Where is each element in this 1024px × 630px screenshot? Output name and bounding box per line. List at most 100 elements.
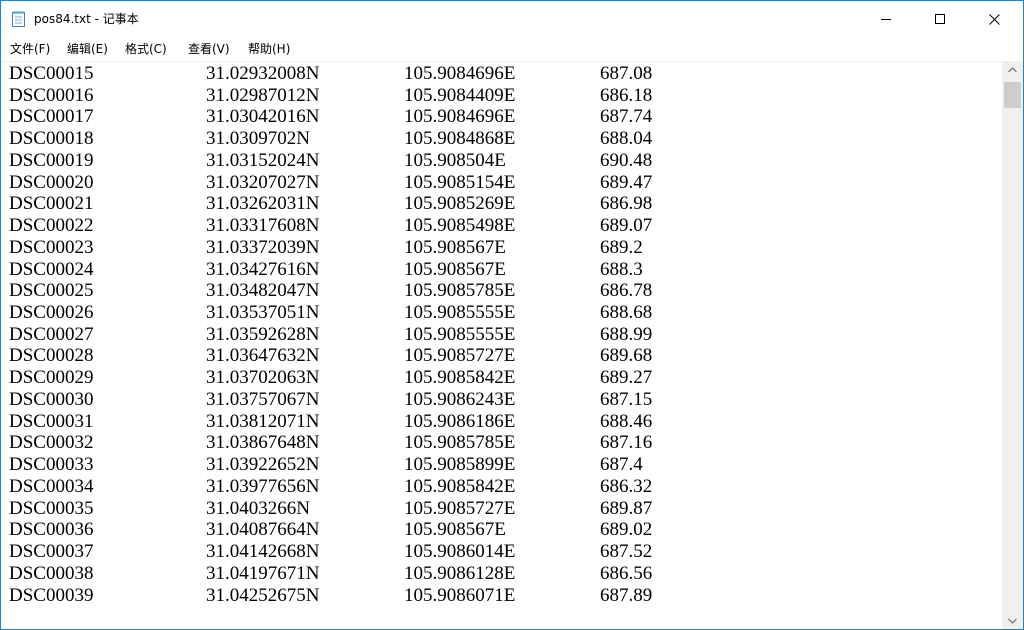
line-latitude: 31.03152024N	[206, 149, 320, 171]
line-altitude: 686.56	[600, 562, 653, 584]
line-longitude: 105.9084696E	[404, 106, 516, 128]
line-longitude: 105.9086186E	[404, 410, 516, 432]
line-file-name: DSC00020	[9, 171, 94, 193]
line-file-name: DSC00034	[9, 475, 94, 497]
line-latitude: 31.02932008N	[206, 63, 320, 84]
menu-edit[interactable]: 编辑(E)	[67, 41, 108, 57]
line-altitude: 690.48	[600, 149, 653, 171]
line-longitude: 105.908567E	[404, 236, 506, 258]
line-latitude: 31.03427616N	[206, 258, 320, 280]
line-longitude: 105.9085269E	[404, 193, 516, 215]
line-latitude: 31.0403266N	[206, 497, 310, 519]
line-longitude: 105.9085842E	[404, 367, 516, 389]
title-bar[interactable]: pos84.txt - 记事本	[1, 1, 1023, 37]
line-latitude: 31.03702063N	[206, 367, 320, 389]
line-longitude: 105.9085555E	[404, 323, 516, 345]
line-latitude: 31.03207027N	[206, 171, 320, 193]
notepad-icon	[12, 11, 25, 27]
close-button[interactable]	[971, 1, 1017, 37]
line-latitude: 31.02987012N	[206, 84, 320, 106]
scroll-down-button[interactable]	[1002, 612, 1023, 629]
line-file-name: DSC00032	[9, 432, 94, 454]
maximize-icon	[935, 14, 945, 24]
line-latitude: 31.03647632N	[206, 345, 320, 367]
line-longitude: 105.9086014E	[404, 541, 516, 563]
line-longitude: 105.9086243E	[404, 388, 516, 410]
vertical-scrollbar[interactable]	[1002, 61, 1023, 629]
line-file-name: DSC00029	[9, 367, 94, 389]
line-altitude: 689.47	[600, 171, 653, 193]
line-file-name: DSC00028	[9, 345, 94, 367]
line-latitude: 31.03262031N	[206, 193, 320, 215]
line-longitude: 105.9085555E	[404, 302, 516, 324]
line-file-name: DSC00039	[9, 584, 94, 606]
line-altitude: 687.89	[600, 584, 653, 606]
line-file-name: DSC00017	[9, 106, 94, 128]
line-altitude: 687.74	[600, 106, 653, 128]
line-latitude: 31.03757067N	[206, 388, 320, 410]
line-altitude: 686.32	[600, 475, 653, 497]
line-longitude: 105.908504E	[404, 149, 506, 171]
line-latitude: 31.03922652N	[206, 454, 320, 476]
line-file-name: DSC00027	[9, 323, 94, 345]
scroll-thumb[interactable]	[1004, 82, 1021, 108]
menu-file[interactable]: 文件(F)	[10, 41, 50, 57]
scroll-up-button[interactable]	[1002, 61, 1023, 78]
line-file-name: DSC00021	[9, 193, 94, 215]
line-file-name: DSC00015	[9, 63, 94, 84]
line-longitude: 105.9084696E	[404, 63, 516, 84]
menu-help[interactable]: 帮助(H)	[248, 41, 290, 57]
text-editor[interactable]: DSC00015 31.02932008N 105.9084696E 687.08 DS…	[1, 61, 1002, 629]
line-latitude: 31.04197671N	[206, 562, 320, 584]
menu-view[interactable]: 查看(V)	[188, 41, 230, 57]
minimize-button[interactable]	[863, 1, 909, 37]
menu-format[interactable]: 格式(C)	[125, 41, 167, 57]
line-latitude: 31.03372039N	[206, 236, 320, 258]
line-latitude: 31.03317608N	[206, 215, 320, 237]
line-latitude: 31.03867648N	[206, 432, 320, 454]
line-longitude: 105.9085785E	[404, 432, 516, 454]
line-longitude: 105.9085727E	[404, 497, 516, 519]
line-file-name: DSC00026	[9, 302, 94, 324]
line-altitude: 687.16	[600, 432, 653, 454]
line-longitude: 105.908567E	[404, 519, 506, 541]
line-altitude: 689.87	[600, 497, 653, 519]
line-altitude: 688.99	[600, 323, 653, 345]
line-file-name: DSC00025	[9, 280, 94, 302]
line-latitude: 31.03042016N	[206, 106, 320, 128]
line-altitude: 686.78	[600, 280, 653, 302]
minimize-icon	[881, 19, 891, 20]
line-file-name: DSC00033	[9, 454, 94, 476]
line-longitude: 105.9086071E	[404, 584, 516, 606]
line-altitude: 687.4	[600, 454, 643, 476]
line-longitude: 105.9085785E	[404, 280, 516, 302]
line-altitude: 687.15	[600, 388, 653, 410]
line-altitude: 689.68	[600, 345, 653, 367]
line-altitude: 689.07	[600, 215, 653, 237]
line-file-name: DSC00024	[9, 258, 94, 280]
window-title: pos84.txt - 记事本	[34, 12, 139, 26]
line-longitude: 105.9085498E	[404, 215, 516, 237]
line-altitude: 686.18	[600, 84, 653, 106]
line-file-name: DSC00018	[9, 128, 94, 150]
line-longitude: 105.9085899E	[404, 454, 516, 476]
maximize-button[interactable]	[917, 1, 963, 37]
scroll-up-arrow-icon	[1008, 66, 1017, 72]
line-latitude: 31.03537051N	[206, 302, 320, 324]
line-latitude: 31.03977656N	[206, 475, 320, 497]
close-icon	[988, 13, 1000, 25]
line-file-name: DSC00016	[9, 84, 94, 106]
line-longitude: 105.908567E	[404, 258, 506, 280]
menu-bar: 文件(F) 编辑(E) 格式(C) 查看(V) 帮助(H)	[1, 37, 1023, 61]
line-file-name: DSC00030	[9, 388, 94, 410]
line-longitude: 105.9084409E	[404, 84, 516, 106]
line-file-name: DSC00022	[9, 215, 94, 237]
line-file-name: DSC00023	[9, 236, 94, 258]
line-altitude: 686.98	[600, 193, 653, 215]
line-altitude: 689.27	[600, 367, 653, 389]
line-latitude: 31.04087664N	[206, 519, 320, 541]
line-file-name: DSC00019	[9, 149, 94, 171]
line-longitude: 105.9086128E	[404, 562, 516, 584]
line-latitude: 31.03812071N	[206, 410, 320, 432]
line-altitude: 688.04	[600, 128, 653, 150]
